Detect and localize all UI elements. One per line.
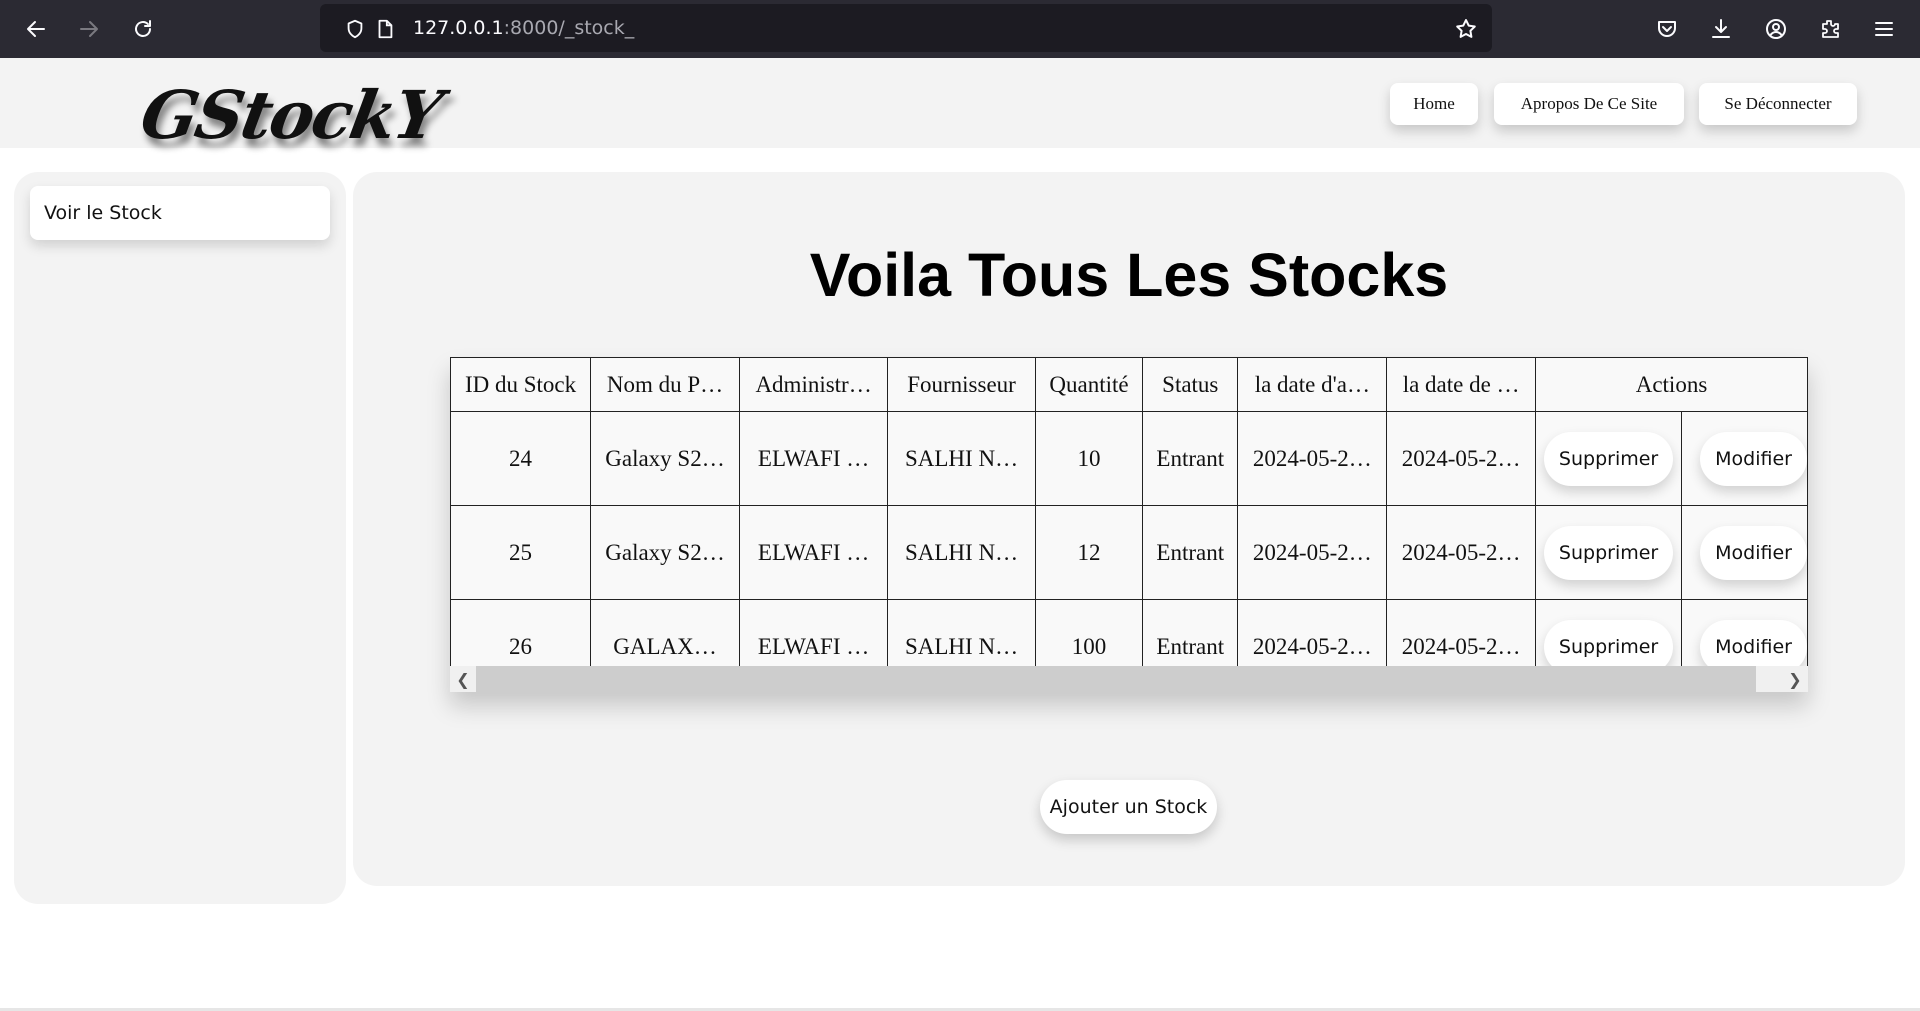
cell-edit: Modifier — [1681, 505, 1808, 600]
browser-toolbar: 127.0.0.1:8000/_stock_ — [0, 0, 1920, 58]
scrollbar-thumb[interactable] — [476, 666, 1756, 692]
cell-status: Entrant — [1142, 411, 1239, 506]
site-logo: GStockY — [135, 76, 447, 154]
cell-date-modified: 2024-05-2… — [1386, 411, 1537, 506]
col-header: la date de … — [1386, 357, 1537, 412]
back-arrow-icon — [27, 21, 45, 37]
download-icon[interactable] — [1704, 12, 1738, 46]
delete-button[interactable]: Supprimer — [1543, 431, 1674, 486]
reload-icon — [135, 20, 151, 37]
reload-button[interactable] — [126, 12, 160, 46]
cell-date-added: 2024-05-2… — [1237, 411, 1388, 506]
cell-supplier: SALHI N… — [887, 505, 1036, 600]
scroll-right-icon[interactable]: ❯ — [1785, 669, 1805, 689]
back-button[interactable] — [19, 12, 53, 46]
stock-table: ID du Stock Nom du P… Administr… Fournis… — [450, 357, 1808, 692]
cell-delete: Supprimer — [1535, 505, 1683, 600]
horizontal-scrollbar[interactable]: ❮ ❯ — [450, 666, 1808, 692]
address-bar[interactable]: 127.0.0.1:8000/_stock_ — [320, 4, 1492, 52]
edit-button[interactable]: Modifier — [1700, 431, 1807, 486]
col-header-actions: Actions — [1535, 357, 1808, 412]
add-stock-button[interactable]: Ajouter un Stock — [1040, 780, 1217, 834]
forward-button[interactable] — [72, 12, 106, 46]
url-host: 127.0.0.1 — [413, 17, 504, 39]
table-row: 24 Galaxy S2… ELWAFI … SALHI N… 10 Entra… — [450, 411, 1808, 506]
edit-button[interactable]: Modifier — [1700, 525, 1807, 580]
forward-arrow-icon — [80, 21, 98, 37]
cell-admin: ELWAFI … — [738, 505, 889, 600]
table-header-row: ID du Stock Nom du P… Administr… Fournis… — [450, 357, 1808, 412]
pocket-icon[interactable] — [1650, 12, 1684, 46]
page-icon[interactable] — [373, 17, 397, 41]
nav-home-button[interactable]: Home — [1390, 83, 1478, 125]
extensions-icon[interactable] — [1813, 12, 1847, 46]
cell-delete: Supprimer — [1535, 411, 1683, 506]
delete-button[interactable]: Supprimer — [1543, 525, 1674, 580]
nav-about-button[interactable]: Apropos De Ce Site — [1494, 83, 1684, 125]
url-text[interactable]: 127.0.0.1:8000/_stock_ — [413, 17, 634, 39]
sidebar: Voir le Stock — [14, 172, 346, 904]
stock-table-container: ID du Stock Nom du P… Administr… Fournis… — [450, 357, 1808, 692]
cell-product: Galaxy S2… — [590, 411, 740, 506]
cell-id: 24 — [450, 411, 592, 506]
col-header: la date d'a… — [1237, 357, 1388, 412]
cell-quantity: 12 — [1034, 505, 1144, 600]
scroll-left-icon[interactable]: ❮ — [453, 669, 473, 689]
col-header: Status — [1142, 357, 1239, 412]
col-header: Fournisseur — [887, 357, 1036, 412]
logout-button[interactable]: Se Déconnecter — [1699, 83, 1857, 125]
cell-supplier: SALHI N… — [887, 411, 1036, 506]
main-panel: Voila Tous Les Stocks ID du Stock Nom du… — [353, 172, 1905, 886]
menu-icon[interactable] — [1867, 12, 1901, 46]
cell-quantity: 10 — [1034, 411, 1144, 506]
col-header: ID du Stock — [450, 357, 592, 412]
cell-date-modified: 2024-05-2… — [1386, 505, 1537, 600]
cell-date-added: 2024-05-2… — [1237, 505, 1388, 600]
col-header: Nom du P… — [590, 357, 740, 412]
account-icon[interactable] — [1759, 12, 1793, 46]
cell-status: Entrant — [1142, 505, 1239, 600]
bookmark-star-icon[interactable] — [1454, 17, 1478, 41]
cell-id: 25 — [450, 505, 592, 600]
cell-product: Galaxy S2… — [590, 505, 740, 600]
cell-admin: ELWAFI … — [738, 411, 889, 506]
sidebar-item-voir-stock[interactable]: Voir le Stock — [30, 186, 330, 240]
shield-icon[interactable] — [343, 17, 367, 41]
col-header: Quantité — [1034, 357, 1144, 412]
cell-edit: Modifier — [1681, 411, 1808, 506]
col-header: Administr… — [738, 357, 889, 412]
site-header: GStockY Home Apropos De Ce Site Se Décon… — [0, 58, 1920, 154]
table-row: 25 Galaxy S2… ELWAFI … SALHI N… 12 Entra… — [450, 505, 1808, 600]
page-title: Voila Tous Les Stocks — [809, 241, 1449, 309]
url-path: :8000/_stock_ — [503, 17, 635, 39]
